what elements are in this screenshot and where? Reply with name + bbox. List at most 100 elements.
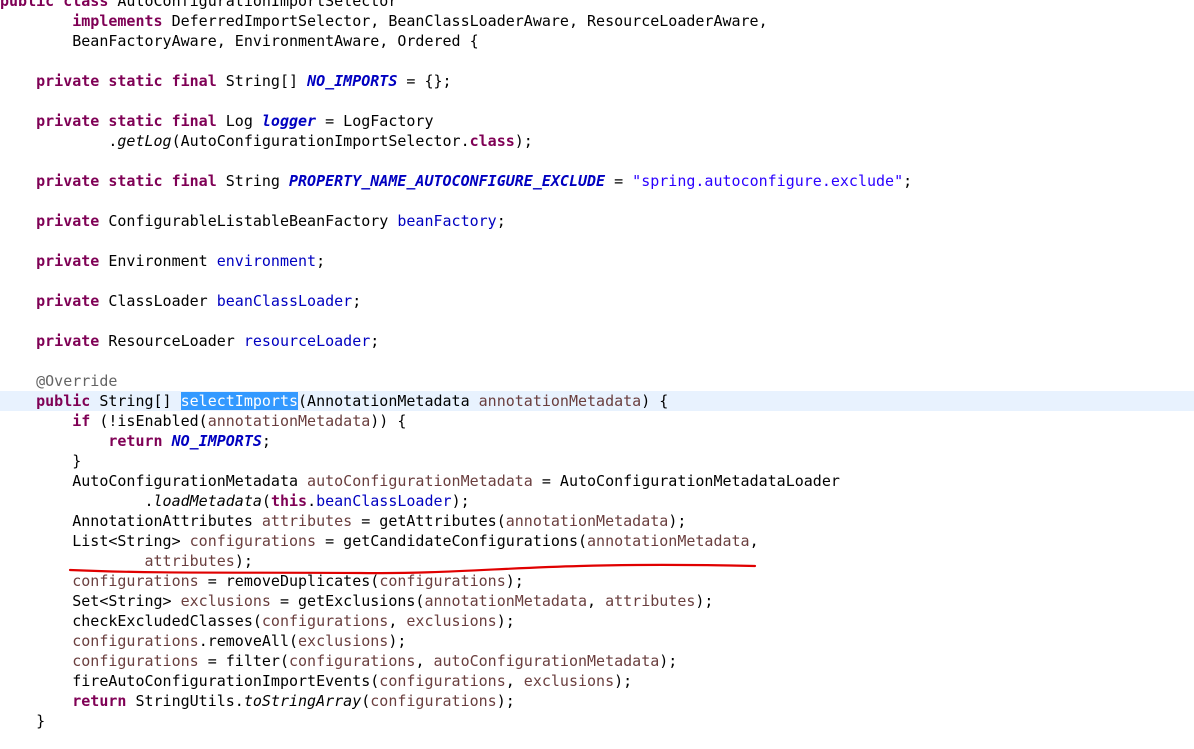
code-line[interactable]: implements DeferredImportSelector, BeanC…	[0, 11, 1194, 31]
code-line[interactable]: if (!isEnabled(annotationMetadata)) {	[0, 411, 1194, 431]
field-token: beanClassLoader	[216, 292, 353, 310]
keyword-token: private	[36, 172, 100, 190]
code-token: }	[0, 452, 82, 470]
static-field-token: NO_IMPORTS	[171, 432, 262, 450]
selected-text-token: selectImports	[180, 392, 299, 410]
local-variable-token: configurations	[289, 652, 416, 670]
code-token: .	[0, 132, 118, 150]
code-token: String[]	[216, 72, 308, 90]
code-token: }	[0, 712, 46, 730]
keyword-token: private	[36, 212, 100, 230]
code-line[interactable]	[0, 91, 1194, 111]
code-line[interactable]: fireAutoConfigurationImportEvents(config…	[0, 671, 1194, 691]
code-token: ,	[749, 532, 759, 550]
static-field-token: PROPERTY_NAME_AUTOCONFIGURE_EXCLUDE	[289, 172, 606, 190]
code-line[interactable]	[0, 311, 1194, 331]
code-token: = {};	[397, 72, 452, 90]
code-line[interactable]: configurations = removeDuplicates(config…	[0, 571, 1194, 591]
code-line[interactable]: @Override	[0, 371, 1194, 391]
code-line[interactable]: }	[0, 711, 1194, 731]
keyword-token: final	[171, 112, 217, 130]
code-line[interactable]	[0, 191, 1194, 211]
keyword-token: class	[63, 0, 109, 10]
code-line[interactable]: configurations.removeAll(exclusions);	[0, 631, 1194, 651]
code-token: = getExclusions(	[270, 592, 425, 610]
code-token: Log	[216, 112, 262, 130]
static-method-token: getLog	[117, 132, 172, 150]
code-token: DeferredImportSelector, BeanClassLoaderA…	[162, 12, 768, 30]
code-token: (	[261, 492, 271, 510]
code-token: = removeDuplicates(	[198, 572, 380, 590]
code-line[interactable]	[0, 151, 1194, 171]
code-token: (!isEnabled(	[90, 412, 208, 430]
code-line[interactable]	[0, 271, 1194, 291]
code-token: ResourceLoader	[99, 332, 244, 350]
local-variable-token: configurations	[370, 692, 497, 710]
code-line[interactable]: private static final String[] NO_IMPORTS…	[0, 71, 1194, 91]
code-line[interactable]: private static final String PROPERTY_NAM…	[0, 171, 1194, 191]
code-token: ,	[388, 612, 407, 630]
local-variable-token: configurations	[72, 652, 199, 670]
code-line[interactable]: private static final Log logger = LogFac…	[0, 111, 1194, 131]
code-line[interactable]: return NO_IMPORTS;	[0, 431, 1194, 451]
code-line[interactable]: attributes);	[0, 551, 1194, 571]
code-line[interactable]: AnnotationAttributes attributes = getAtt…	[0, 511, 1194, 531]
code-line[interactable]: .loadMetadata(this.beanClassLoader);	[0, 491, 1194, 511]
code-line[interactable]: List<String> configurations = getCandida…	[0, 531, 1194, 551]
code-line[interactable]: private ClassLoader beanClassLoader;	[0, 291, 1194, 311]
code-token: ;	[496, 212, 506, 230]
code-token: String	[216, 172, 289, 190]
keyword-token: public	[36, 392, 91, 410]
code-token: (	[361, 692, 371, 710]
code-line[interactable]: private ResourceLoader resourceLoader;	[0, 331, 1194, 351]
keyword-token: if	[72, 412, 91, 430]
code-token: (AnnotationMetadata	[298, 392, 479, 410]
code-line[interactable]	[0, 231, 1194, 251]
code-line[interactable]: .getLog(AutoConfigurationImportSelector.…	[0, 131, 1194, 151]
code-token: );	[496, 612, 515, 630]
code-token: );	[614, 672, 633, 690]
code-line[interactable]: AutoConfigurationMetadata autoConfigurat…	[0, 471, 1194, 491]
local-variable-token: configurations	[261, 612, 389, 630]
code-editor[interactable]: public class AutoConfigurationImportSele…	[0, 0, 1194, 749]
code-token: .	[307, 492, 317, 510]
code-token: ConfigurableListableBeanFactory	[99, 212, 398, 230]
code-line[interactable]	[0, 351, 1194, 371]
code-line[interactable]: }	[0, 451, 1194, 471]
code-line[interactable]: Set<String> exclusions = getExclusions(a…	[0, 591, 1194, 611]
code-line[interactable]: private ConfigurableListableBeanFactory …	[0, 211, 1194, 231]
code-line[interactable]: return StringUtils.toStringArray(configu…	[0, 691, 1194, 711]
local-variable-token: exclusions	[298, 632, 389, 650]
code-token: ) {	[641, 392, 669, 410]
code-token: );	[496, 692, 515, 710]
code-token: String[]	[90, 392, 181, 410]
code-line[interactable]: checkExcludedClasses(configurations, exc…	[0, 611, 1194, 631]
code-line[interactable]: BeanFactoryAware, EnvironmentAware, Orde…	[0, 31, 1194, 51]
code-token: StringUtils.	[126, 692, 244, 710]
code-line[interactable]: public class AutoConfigurationImportSele…	[0, 0, 1194, 11]
local-variable-token: attributes	[144, 552, 235, 570]
local-variable-token: configurations	[72, 632, 199, 650]
code-line[interactable]	[0, 51, 1194, 71]
code-line[interactable]: private Environment environment;	[0, 251, 1194, 271]
local-variable-token: annotationMetadata	[207, 412, 371, 430]
code-line-current[interactable]: public String[] selectImports(Annotation…	[0, 391, 1194, 411]
code-token: ;	[261, 432, 271, 450]
code-token: ,	[587, 592, 606, 610]
code-line[interactable]: configurations = filter(configurations, …	[0, 651, 1194, 671]
keyword-token: static	[108, 112, 163, 130]
field-token: resourceLoader	[243, 332, 371, 350]
static-field-token: logger	[261, 112, 317, 130]
